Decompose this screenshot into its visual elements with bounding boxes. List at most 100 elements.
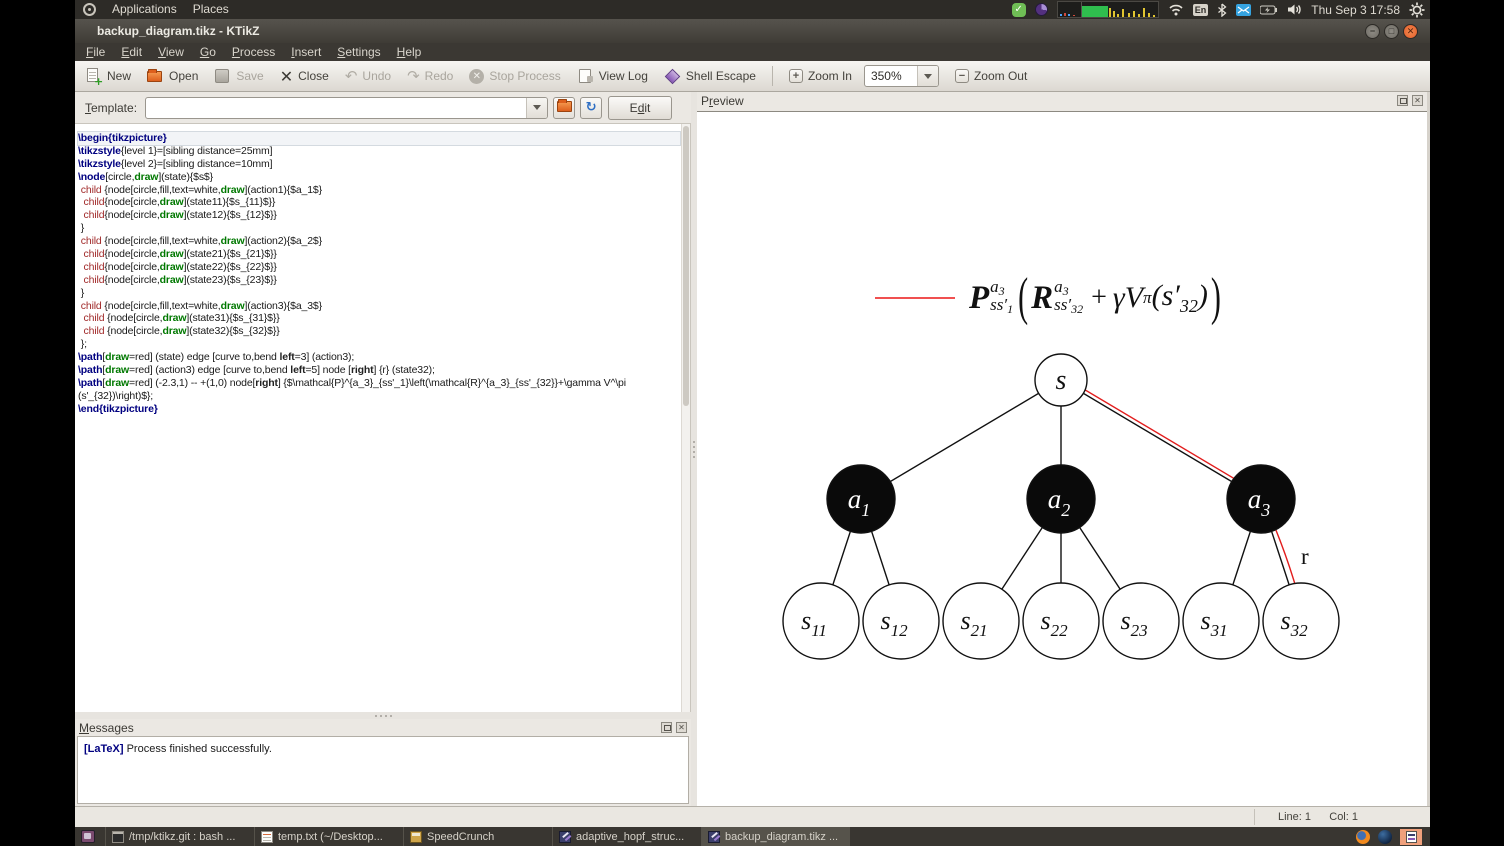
toolbar-separator [771,66,773,86]
zoom-level-combo[interactable]: 350% [863,65,939,87]
code-line[interactable]: }; [78,338,680,351]
float-dock-icon[interactable] [1397,95,1408,106]
template-reload-button[interactable]: ↻ [580,96,603,119]
template-edit-button[interactable]: Edit [608,95,673,120]
chevron-down-icon [923,73,932,79]
message-tag: [LaTeX] [84,743,124,755]
menu-insert[interactable]: Insert [283,43,329,61]
clock[interactable]: Thu Sep 3 17:58 [1311,3,1400,17]
code-line[interactable]: \begin{tikzpicture} [77,131,681,146]
code-line[interactable]: child{node[circle,draw](state11){$s_{11}… [78,196,680,209]
task-terminal[interactable]: /tmp/ktikz.git : bash ... [105,827,254,846]
code-editor[interactable]: \begin{tikzpicture} \tikzstyle{level 1}=[… [75,124,691,712]
time-tracker-icon[interactable] [1034,3,1048,16]
code-area[interactable]: \begin{tikzpicture} \tikzstyle{level 1}=[… [77,131,681,416]
distributor-logo-icon[interactable] [83,3,96,16]
code-line[interactable]: (s'_{32})\right)$}; [78,390,680,403]
volume-icon[interactable] [1287,3,1302,16]
stop-process-button: ✕ Stop Process [463,65,566,87]
template-combo[interactable] [145,96,549,119]
messages-log[interactable]: [LaTeX] Process finished successfully. [77,736,689,804]
task-backup-diagram[interactable]: backup_diagram.tikz ... [701,827,850,846]
status-bar: Line: 1 Col: 1 [75,806,1430,827]
task-temp-txt[interactable]: temp.txt (~/Desktop... [254,827,403,846]
close-dock-icon[interactable]: ✕ [1412,95,1423,106]
menu-process[interactable]: Process [224,43,283,61]
mail-icon[interactable] [1236,3,1252,16]
menu-edit[interactable]: Edit [113,43,150,61]
code-line[interactable]: } [78,222,680,235]
new-button[interactable]: + New [79,65,137,88]
menu-file[interactable]: File [78,43,113,61]
globe-icon[interactable] [1378,829,1392,844]
firefox-icon[interactable] [1356,829,1370,844]
code-line[interactable]: child {node[circle,draw](state32){$s_{32… [78,325,680,338]
view-log-button[interactable]: View Log [571,65,654,88]
menu-go[interactable]: Go [192,43,224,61]
shell-escape-icon [664,68,681,84]
applications-menu[interactable]: Applications [104,0,185,19]
code-line[interactable]: child {node[circle,fill,text=white,draw]… [78,300,680,313]
task-speedcrunch[interactable]: SpeedCrunch [403,827,552,846]
system-monitor-applet[interactable] [1056,1,1159,18]
shell-escape-button[interactable]: Shell Escape [658,65,762,88]
refresh-icon: ↻ [585,100,597,115]
menu-settings[interactable]: Settings [329,43,388,61]
code-line[interactable]: child{node[circle,draw](state21){$s_{21}… [78,248,680,261]
code-line[interactable]: child{node[circle,draw](state23){$s_{23}… [78,274,680,287]
folder-icon [557,98,573,112]
code-line[interactable]: child {node[circle,fill,text=white,draw]… [78,235,680,248]
code-line[interactable]: \path[draw=red] (state) edge [curve to,b… [78,351,680,364]
code-line[interactable]: \path[draw=red] (action3) edge [curve to… [78,364,680,377]
task-adaptive-hopf[interactable]: adaptive_hopf_struc... [552,827,701,846]
close-dock-icon[interactable]: ✕ [676,722,687,733]
message-text: Process finished successfully. [126,743,272,755]
places-menu[interactable]: Places [185,0,237,19]
template-combo-arrow[interactable] [526,97,548,118]
code-line[interactable]: child{node[circle,draw](state12){$s_{12}… [78,209,680,222]
float-dock-icon[interactable] [661,722,672,733]
code-line[interactable]: \tikzstyle{level 2}=[sibling distance=10… [78,158,680,171]
template-browse-button[interactable] [553,96,576,119]
zoom-out-button[interactable]: − Zoom Out [949,66,1033,86]
zoom-combo-arrow[interactable] [916,66,938,86]
code-line[interactable]: \node[circle,draw](state){$s$} [78,171,680,184]
zoom-in-button[interactable]: + Zoom In [783,66,858,86]
session-gear-icon[interactable] [1409,2,1425,18]
cursor-line-indicator: Line: 1 [1277,811,1311,823]
window-titlebar[interactable]: backup_diagram.tikz - KTikZ − □ ✕ [75,19,1430,43]
cursor-col-indicator: Col: 1 [1329,811,1358,823]
battery-icon[interactable] [1260,5,1278,15]
template-label: Template: [85,100,138,115]
horizontal-splitter[interactable] [75,712,691,719]
menu-help[interactable]: Help [389,43,430,61]
ktikz-tray-icon[interactable] [1400,828,1422,845]
minimize-button[interactable]: − [1365,23,1380,39]
close-file-button[interactable]: ✕ Close [274,65,335,88]
updates-ok-icon[interactable]: ✓ [1011,2,1026,17]
main-toolbar: + New Open Save ✕ Close ↶ Undo ↷ Redo ✕ … [75,61,1430,92]
maximize-button[interactable]: □ [1384,23,1399,39]
code-line[interactable]: child {node[circle,fill,text=white,draw]… [78,184,680,197]
code-line[interactable]: \path[draw=red] (-2.3,1) -- +(1,0) node[… [78,377,680,390]
code-line[interactable]: \end{tikzpicture} [78,403,680,416]
preview-canvas[interactable]: P a3 ss′1 ( R a3 ss′32 + γV π (s′32) ) s… [697,111,1427,806]
menu-view[interactable]: View [150,43,192,61]
chevron-down-icon [533,105,542,110]
stop-icon: ✕ [469,69,485,84]
close-button[interactable]: ✕ [1403,23,1418,39]
editor-scrollbar-thumb[interactable] [683,126,689,406]
code-line[interactable]: } [78,287,680,300]
preview-dock: Preview ✕ P a3 ss′1 ( R a3 ss′32 + γV π … [697,92,1427,806]
text-file-icon [261,830,273,843]
keyboard-layout-indicator[interactable]: En [1192,3,1209,16]
editor-scrollbar[interactable] [681,124,690,712]
wifi-icon[interactable] [1168,3,1184,16]
preview-title: Preview [701,93,744,108]
show-desktop-icon[interactable] [81,830,95,843]
code-line[interactable]: \tikzstyle{level 1}=[sibling distance=25… [78,145,680,158]
open-button[interactable]: Open [141,65,204,88]
code-line[interactable]: child {node[circle,draw](state31){$s_{31… [78,312,680,325]
code-line[interactable]: child{node[circle,draw](state22){$s_{22}… [78,261,680,274]
bluetooth-icon[interactable] [1217,3,1227,17]
